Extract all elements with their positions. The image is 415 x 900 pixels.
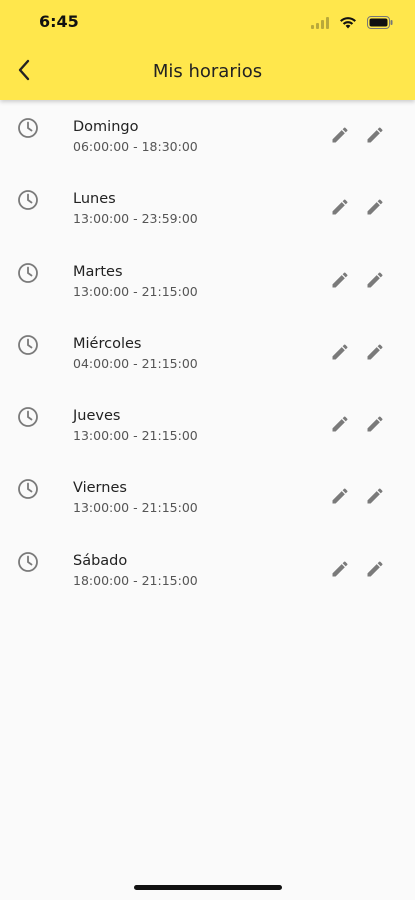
schedule-text: Sábado 18:00:00 - 21:15:00 xyxy=(73,552,198,589)
edit-schedule-button-secondary[interactable] xyxy=(361,195,389,223)
schedule-text: Lunes 13:00:00 - 23:59:00 xyxy=(73,190,198,227)
pencil-icon xyxy=(330,342,350,366)
edit-schedule-button[interactable] xyxy=(326,557,354,585)
schedule-day: Jueves xyxy=(73,408,121,425)
edit-schedule-button[interactable] xyxy=(326,412,354,440)
home-indicator xyxy=(134,885,282,890)
schedule-row: Martes 13:00:00 - 21:15:00 xyxy=(0,245,415,317)
schedule-day: Lunes xyxy=(73,191,116,208)
battery-icon xyxy=(367,14,393,33)
schedule-hours: 13:00:00 - 21:15:00 xyxy=(73,500,198,516)
pencil-icon xyxy=(330,414,350,438)
clock-icon xyxy=(16,550,40,574)
wifi-icon xyxy=(339,14,357,33)
edit-schedule-button-secondary[interactable] xyxy=(361,557,389,585)
top-app-bar: 6:45 Mis horarios xyxy=(0,0,415,100)
schedule-day: Martes xyxy=(73,263,123,280)
status-time: 6:45 xyxy=(39,12,79,31)
clock-icon xyxy=(16,477,40,501)
pencil-icon xyxy=(330,270,350,294)
pencil-icon xyxy=(365,559,385,583)
edit-schedule-button-secondary[interactable] xyxy=(361,412,389,440)
schedule-text: Viernes 13:00:00 - 21:15:00 xyxy=(73,479,198,516)
schedule-hours: 13:00:00 - 21:15:00 xyxy=(73,428,198,444)
schedule-day: Domingo xyxy=(73,119,139,135)
schedule-text: Martes 13:00:00 - 21:15:00 xyxy=(73,263,198,300)
pencil-icon xyxy=(330,197,350,221)
clock-icon xyxy=(16,261,40,285)
schedule-text: Miércoles 04:00:00 - 21:15:00 xyxy=(73,335,198,372)
pencil-icon xyxy=(365,414,385,438)
page-title: Mis horarios xyxy=(152,61,263,82)
schedule-list: Domingo 06:00:00 - 18:30:00 Lunes 13:00:00 … xyxy=(0,100,415,606)
clock-icon xyxy=(16,188,40,212)
schedule-row: Lunes 13:00:00 - 23:59:00 xyxy=(0,172,415,244)
status-icons xyxy=(311,14,393,33)
pencil-icon xyxy=(365,486,385,510)
status-bar: 6:45 xyxy=(0,0,415,46)
edit-schedule-button[interactable] xyxy=(326,195,354,223)
schedule-row: Jueves 13:00:00 - 21:15:00 xyxy=(0,389,415,461)
pencil-icon xyxy=(330,559,350,583)
schedule-row: Viernes 13:00:00 - 21:15:00 xyxy=(0,461,415,533)
clock-icon xyxy=(16,405,40,429)
edit-schedule-button-secondary[interactable] xyxy=(361,123,389,151)
pencil-icon xyxy=(365,342,385,366)
pencil-icon xyxy=(365,125,385,149)
schedule-text: Domingo 06:00:00 - 18:30:00 xyxy=(73,118,198,155)
pencil-icon xyxy=(330,486,350,510)
edit-schedule-button[interactable] xyxy=(326,123,354,151)
schedule-hours: 18:00:00 - 21:15:00 xyxy=(73,572,198,588)
schedule-day: Miércoles xyxy=(73,335,142,352)
schedule-row: Sábado 18:00:00 - 21:15:00 xyxy=(0,534,415,606)
pencil-icon xyxy=(365,197,385,221)
edit-schedule-button[interactable] xyxy=(326,340,354,368)
clock-icon xyxy=(16,333,40,357)
edit-schedule-button-secondary[interactable] xyxy=(361,268,389,296)
edit-schedule-button[interactable] xyxy=(326,484,354,512)
signal-icon xyxy=(311,14,329,33)
schedule-row: Domingo 06:00:00 - 18:30:00 xyxy=(0,100,415,172)
edit-schedule-button[interactable] xyxy=(326,268,354,296)
schedule-day: Sábado xyxy=(73,552,128,569)
clock-icon xyxy=(16,116,40,140)
edit-schedule-button-secondary[interactable] xyxy=(361,340,389,368)
pencil-icon xyxy=(365,270,385,294)
schedule-row: Miércoles 04:00:00 - 21:15:00 xyxy=(0,317,415,389)
navigation-bar: Mis horarios xyxy=(0,46,415,100)
pencil-icon xyxy=(330,125,350,149)
schedule-hours: 06:00:00 - 18:30:00 xyxy=(73,139,198,154)
edit-schedule-button-secondary[interactable] xyxy=(361,484,389,512)
schedule-hours: 04:00:00 - 21:15:00 xyxy=(73,355,198,371)
schedule-hours: 13:00:00 - 23:59:00 xyxy=(73,211,198,227)
schedule-day: Viernes xyxy=(73,480,127,497)
schedule-hours: 13:00:00 - 21:15:00 xyxy=(73,283,198,299)
schedule-text: Jueves 13:00:00 - 21:15:00 xyxy=(73,407,198,444)
